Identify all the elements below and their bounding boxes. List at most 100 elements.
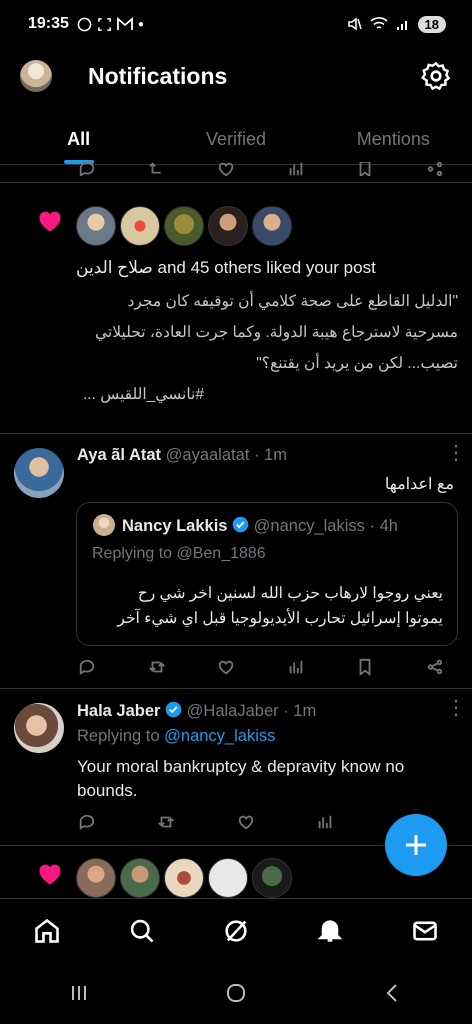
liker-avatars xyxy=(76,858,292,898)
views-icon[interactable] xyxy=(285,162,307,176)
gmail-icon xyxy=(117,17,133,30)
post-header: Hala Jaber @HalaJaber · 1m xyxy=(77,701,316,721)
preview-line: "الدليل القاطع على صحة كلامي أن توقيفه ك… xyxy=(127,293,458,310)
settings-gear-icon[interactable] xyxy=(420,60,452,92)
compose-button[interactable] xyxy=(385,814,447,876)
repost-icon[interactable] xyxy=(146,162,168,176)
preview-line: تصيب... لكن من يريد أن يقتنع؟" xyxy=(256,355,458,372)
status-bar: 19:35 ● 18 xyxy=(0,0,472,48)
avatar[interactable] xyxy=(164,858,204,898)
quoted-post[interactable]: Nancy Lakkis @nancy_lakiss · 4h Replying… xyxy=(76,502,458,646)
notification-icons: ● xyxy=(77,17,144,32)
avatar[interactable] xyxy=(208,206,248,246)
search-icon[interactable] xyxy=(128,917,156,945)
quote-author-name: Nancy Lakkis xyxy=(122,517,228,535)
previous-post-actions xyxy=(76,162,446,176)
bottom-nav xyxy=(0,898,472,962)
preview-line: مسرحية لاسترجاع هيبة الدولة. وكما جرت ال… xyxy=(95,324,458,341)
tab-all[interactable]: All xyxy=(0,115,157,164)
liker-avatars xyxy=(76,206,292,246)
avatar[interactable] xyxy=(76,858,116,898)
quote-line: يعني روجوا لارهاب حزب الله لسنين اخر شي … xyxy=(137,585,443,602)
verified-badge-icon xyxy=(165,701,182,718)
quote-author-handle: @nancy_lakiss xyxy=(253,517,365,535)
profile-avatar[interactable] xyxy=(20,60,52,92)
home-icon[interactable] xyxy=(33,917,61,945)
clock: 19:35 xyxy=(28,15,69,32)
like-summary: صلاح الدين and 45 others liked your post xyxy=(76,258,376,277)
avatar[interactable] xyxy=(208,858,248,898)
system-nav xyxy=(0,962,472,1024)
reply-post[interactable]: Aya ãl Atat @ayaalatat · 1m ⋮ مع اعدامها… xyxy=(0,434,472,688)
heart-icon xyxy=(39,864,61,885)
author-name[interactable]: Aya ãl Atat xyxy=(77,446,161,464)
like-icon[interactable] xyxy=(215,162,237,176)
battery-badge: 18 xyxy=(417,15,446,33)
avatar[interactable] xyxy=(120,206,160,246)
avatar[interactable] xyxy=(164,206,204,246)
grok-icon[interactable] xyxy=(222,917,250,945)
app-header: Notifications xyxy=(0,48,472,104)
views-icon[interactable] xyxy=(314,811,336,833)
liked-post-preview: "الدليل القاطع على صحة كلامي أن توقيفه ك… xyxy=(50,286,458,410)
bookmark-icon[interactable] xyxy=(354,162,376,176)
replying-prefix: Replying to xyxy=(77,727,165,745)
avatar[interactable] xyxy=(76,206,116,246)
like-icon[interactable] xyxy=(235,811,257,833)
share-icon[interactable] xyxy=(424,162,446,176)
whatsapp-icon xyxy=(77,17,92,31)
repost-icon[interactable] xyxy=(146,656,168,678)
avatar[interactable] xyxy=(14,448,64,498)
plus-icon xyxy=(406,835,426,855)
notifications-bell-icon[interactable] xyxy=(316,917,344,945)
recent-apps-icon[interactable] xyxy=(67,981,91,1005)
verified-badge-icon xyxy=(232,516,249,533)
heart-icon xyxy=(39,211,61,232)
repost-icon[interactable] xyxy=(155,811,177,833)
scan-icon xyxy=(98,17,111,31)
quote-text: يعني روجوا لارهاب حزب الله لسنين اخر شي … xyxy=(93,581,443,631)
author-name[interactable]: Hala Jaber xyxy=(77,702,160,720)
author-handle[interactable]: @ayaalatat xyxy=(166,446,250,464)
mute-icon xyxy=(347,17,362,31)
replying-to: Replying to @nancy_lakiss xyxy=(77,727,275,746)
page-title: Notifications xyxy=(88,62,228,89)
post-text-line: Your moral bankruptcy & depravity know n… xyxy=(77,757,405,776)
tab-verified[interactable]: Verified xyxy=(157,115,314,164)
more-options-icon[interactable]: ⋮ xyxy=(446,698,466,718)
views-icon[interactable] xyxy=(285,656,307,678)
post-text-line: bounds. xyxy=(77,781,138,800)
quote-header: Nancy Lakkis @nancy_lakiss · 4h xyxy=(122,516,398,536)
replying-handle-link[interactable]: @nancy_lakiss xyxy=(164,727,275,745)
post-text: مع اعدامها xyxy=(384,476,454,493)
back-icon[interactable] xyxy=(381,981,405,1005)
avatar[interactable] xyxy=(252,858,292,898)
reply-icon[interactable] xyxy=(76,162,98,176)
home-circle-icon[interactable] xyxy=(224,981,248,1005)
reply-icon[interactable] xyxy=(76,656,98,678)
post-time: · 1m xyxy=(253,446,287,464)
bookmark-icon[interactable] xyxy=(354,656,376,678)
reply-icon[interactable] xyxy=(76,811,98,833)
share-icon[interactable] xyxy=(424,656,446,678)
post-header: Aya ãl Atat @ayaalatat · 1m xyxy=(77,446,287,465)
post-time: · 1m xyxy=(283,702,317,720)
notification-tabs: All Verified Mentions xyxy=(0,115,472,165)
tab-mentions[interactable]: Mentions xyxy=(315,115,472,164)
like-icon[interactable] xyxy=(215,656,237,678)
post-actions xyxy=(76,811,336,833)
avatar[interactable] xyxy=(252,206,292,246)
avatar[interactable] xyxy=(120,858,160,898)
post-text: Your moral bankruptcy & depravity know n… xyxy=(77,755,404,803)
more-options-icon[interactable]: ⋮ xyxy=(446,443,466,463)
author-handle[interactable]: @HalaJaber xyxy=(187,702,279,720)
avatar[interactable] xyxy=(14,703,64,753)
quote-line: يموتوا إسرائيل تحارب الأيديولوجيا قبل اي… xyxy=(117,610,443,627)
wifi-icon xyxy=(369,17,388,29)
messages-icon[interactable] xyxy=(411,917,439,945)
post-actions xyxy=(76,656,446,678)
like-notification[interactable]: صلاح الدين and 45 others liked your post… xyxy=(0,183,472,433)
quote-replying-to: Replying to @Ben_1886 xyxy=(92,545,266,562)
signal-icon xyxy=(396,21,407,30)
quote-time: · 4h xyxy=(369,517,398,535)
